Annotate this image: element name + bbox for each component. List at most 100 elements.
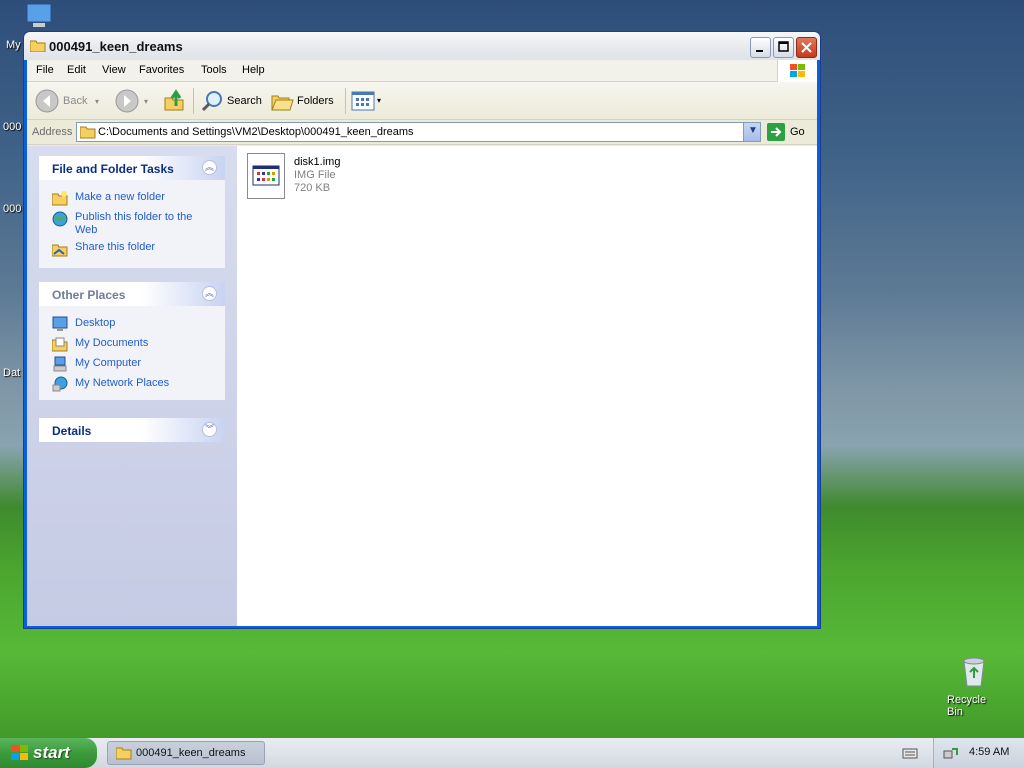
collapse-icon[interactable]: ︽	[202, 286, 217, 301]
collapse-icon[interactable]: ︽	[202, 160, 217, 175]
my-computer-icon	[52, 356, 68, 372]
views-button[interactable]: ▾	[349, 88, 385, 114]
window-title: 000491_keen_dreams	[49, 39, 183, 54]
go-arrow-icon	[771, 127, 782, 137]
details-title: Details	[52, 424, 92, 438]
file-type: IMG File	[294, 169, 336, 181]
chevron-down-icon: ▾	[144, 97, 149, 106]
other-places-title: Other Places	[52, 288, 126, 302]
img-file-icon	[247, 153, 285, 199]
recycle-bin[interactable]: Recycle Bin	[945, 654, 1003, 718]
keyboard-icon[interactable]	[902, 746, 918, 763]
details-panel: Details ︾	[39, 418, 225, 442]
folder-icon	[29, 39, 46, 53]
chevron-down-icon: ▾	[95, 97, 100, 106]
menu-bar: File Edit View Favorites Tools Help	[27, 60, 817, 82]
back-button[interactable]: Back ▾	[33, 88, 103, 114]
folders-button[interactable]: Folders	[271, 88, 341, 114]
maximize-button[interactable]	[773, 37, 794, 58]
toolbar-separator	[193, 88, 194, 114]
menu-help[interactable]: Help	[242, 64, 265, 76]
go-button[interactable]	[767, 123, 785, 141]
my-network-places-link[interactable]: My Network Places	[75, 377, 169, 390]
menu-view[interactable]: View	[102, 64, 126, 76]
search-label: Search	[227, 95, 262, 107]
forward-arrow-icon	[115, 89, 139, 116]
title-bar[interactable]: 000491_keen_dreams	[24, 32, 820, 60]
clock[interactable]: 4:59 AM	[969, 746, 1009, 758]
minimize-button[interactable]	[750, 37, 771, 58]
file-tasks-title: File and Folder Tasks	[52, 162, 174, 176]
maximize-icon	[778, 41, 789, 52]
system-tray: 4:59 AM	[933, 738, 1024, 768]
other-places-header[interactable]: Other Places ︽	[39, 282, 225, 306]
address-label: Address	[32, 126, 73, 138]
file-tasks-header[interactable]: File and Folder Tasks ︽	[39, 156, 225, 180]
share-folder-link[interactable]: Share this folder	[75, 241, 155, 254]
folder-icon	[115, 746, 132, 763]
menu-tools[interactable]: Tools	[201, 64, 227, 76]
start-label: start	[33, 743, 70, 762]
desktop-label-2: 000	[3, 121, 22, 133]
back-label: Back	[63, 95, 88, 107]
desktop-label-1: My	[6, 39, 21, 51]
file-item[interactable]: disk1.img IMG File 720 KB	[237, 146, 357, 206]
address-input[interactable]: C:\Documents and Settings\VM2\Desktop\00…	[76, 122, 761, 142]
network-places-icon	[52, 376, 68, 392]
desktop-icon	[52, 316, 68, 332]
desktop-link[interactable]: Desktop	[75, 317, 115, 330]
file-name: disk1.img	[294, 156, 341, 168]
taskbar-window-button[interactable]: 000491_keen_dreams	[107, 741, 265, 765]
my-documents-link[interactable]: My Documents	[75, 337, 148, 350]
task-pane: File and Folder Tasks ︽ Make a new folde…	[27, 146, 237, 626]
network-icon[interactable]	[943, 745, 959, 764]
address-value: C:\Documents and Settings\VM2\Desktop\00…	[98, 126, 414, 138]
chevron-down-icon: ▼	[748, 125, 758, 136]
folders-label: Folders	[297, 95, 334, 107]
toolbar: Back ▾ ▾ Search Folders ▾	[27, 82, 817, 120]
toolbar-separator	[345, 88, 346, 114]
back-arrow-icon	[35, 89, 59, 116]
recycle-bin-label: Recycle Bin	[947, 694, 987, 718]
close-icon	[801, 42, 812, 53]
address-dropdown-button[interactable]: ▼	[743, 123, 760, 141]
menu-favorites[interactable]: Favorites	[139, 64, 184, 76]
publish-folder-link[interactable]: Publish this folder to the Web	[75, 211, 205, 237]
menu-file[interactable]: File	[36, 64, 54, 76]
file-list: disk1.img IMG File 720 KB	[237, 146, 817, 626]
file-tasks-panel: File and Folder Tasks ︽ Make a new folde…	[39, 156, 225, 268]
close-button[interactable]	[796, 37, 817, 58]
menu-edit[interactable]: Edit	[67, 64, 86, 76]
my-computer-link[interactable]: My Computer	[75, 357, 141, 370]
explorer-window: 000491_keen_dreams File Edit View Favori…	[23, 31, 821, 629]
windows-logo-icon	[10, 744, 30, 765]
views-icon	[351, 90, 375, 115]
desktop-label-4: Dat	[3, 367, 21, 379]
chevron-down-icon: ▾	[377, 96, 382, 105]
details-header[interactable]: Details ︾	[39, 418, 225, 442]
make-new-folder-link[interactable]: Make a new folder	[75, 191, 165, 204]
my-documents-icon	[51, 336, 68, 352]
search-button[interactable]: Search	[199, 88, 263, 114]
new-folder-icon	[51, 190, 68, 206]
forward-button[interactable]: ▾	[113, 88, 153, 114]
other-places-panel: Other Places ︽ Desktop My Documents My C…	[39, 282, 225, 400]
window-body: File Edit View Favorites Tools Help Back…	[27, 60, 817, 626]
folder-icon	[79, 125, 96, 142]
my-computer-icon[interactable]	[22, 2, 56, 30]
desktop-label-3: 000	[3, 203, 22, 215]
expand-icon[interactable]: ︾	[202, 422, 217, 437]
address-bar: Address C:\Documents and Settings\VM2\De…	[27, 120, 817, 145]
minimize-icon	[756, 50, 763, 52]
share-folder-icon	[51, 241, 68, 257]
search-icon	[201, 89, 225, 116]
taskbar: start 000491_keen_dreams 4:59 AM	[0, 738, 1024, 768]
folders-icon	[271, 90, 295, 115]
recycle-bin-icon	[959, 656, 989, 691]
up-folder-button[interactable]	[163, 88, 187, 114]
start-button[interactable]: start	[0, 738, 97, 768]
windows-logo-icon	[777, 60, 817, 82]
taskbar-window-label: 000491_keen_dreams	[136, 747, 246, 759]
up-folder-icon	[163, 89, 187, 115]
go-label[interactable]: Go	[790, 126, 805, 138]
